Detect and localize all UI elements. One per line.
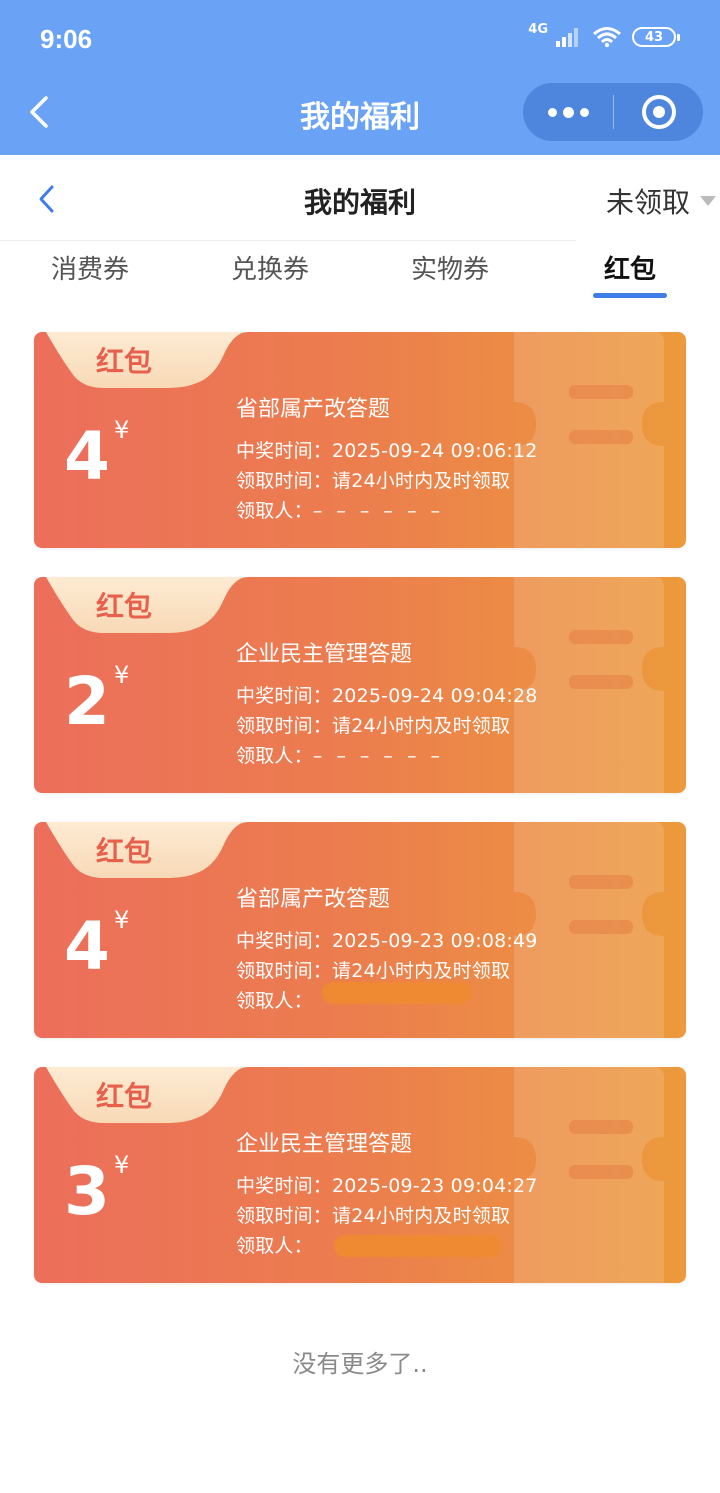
red-packet-card[interactable]: 红包 4 ¥ 省部属产改答题 中奖时间：2025-09-24 09:06:12 …: [34, 332, 686, 548]
card-tag-label: 红包: [96, 590, 153, 623]
card-details: 企业民主管理答题 中奖时间：2025-09-24 09:04:28 领取时间：请…: [236, 639, 538, 771]
card-details: 省部属产改答题 中奖时间：2025-09-24 09:06:12 领取时间：请2…: [236, 394, 538, 526]
mini-program-capsule: [523, 83, 703, 141]
win-time: 中奖时间：2025-09-24 09:06:12: [236, 440, 538, 462]
dot-icon: [579, 107, 589, 117]
activity-name: 企业民主管理答题: [236, 642, 413, 667]
battery-icon: 43: [632, 27, 680, 47]
redacted-name-mark: [322, 982, 472, 1004]
claim-time: 领取时间：请24小时内及时领取: [236, 715, 511, 737]
activity-name: 省部属产改答题: [236, 397, 391, 422]
network-type: 4G: [528, 21, 548, 37]
win-time: 中奖时间：2025-09-24 09:04:28: [236, 685, 538, 707]
currency-symbol: ¥: [114, 906, 130, 934]
card-tag-label: 红包: [96, 345, 153, 378]
signal-icon: [556, 28, 578, 47]
amount-value: 3: [64, 1153, 110, 1230]
target-icon: [641, 95, 676, 129]
end-of-list-text: 没有更多了..: [292, 1350, 428, 1378]
red-packet-card[interactable]: 红包 3 ¥ 企业民主管理答题 中奖时间：2025-09-23 09:04:27…: [34, 1067, 686, 1283]
battery-level: 43: [644, 29, 664, 45]
claimant-label: 领取人：: [236, 500, 313, 522]
activity-name: 省部属产改答题: [236, 887, 391, 912]
active-tab-indicator: [593, 293, 667, 298]
claimant-label: 领取人：: [236, 745, 313, 767]
win-time: 中奖时间：2025-09-23 09:04:27: [236, 1175, 538, 1197]
currency-symbol: ¥: [114, 1151, 130, 1179]
red-packet-card[interactable]: 红包 4 ¥ 省部属产改答题 中奖时间：2025-09-23 09:08:49 …: [34, 822, 686, 1038]
red-packet-card[interactable]: 红包 2 ¥ 企业民主管理答题 中奖时间：2025-09-24 09:04:28…: [34, 577, 686, 793]
filter-label: 未领取: [606, 186, 691, 219]
amount-value: 4: [64, 418, 110, 495]
tab-red-packet[interactable]: 红包: [540, 249, 720, 286]
dot-icon: [547, 107, 557, 117]
tab-consumption-coupon[interactable]: 消费券: [0, 249, 180, 286]
redacted-name-mark: [334, 1235, 502, 1257]
tab-exchange-coupon[interactable]: 兑换券: [180, 249, 360, 286]
caret-down-icon: [700, 196, 717, 206]
win-time: 中奖时间：2025-09-23 09:08:49: [236, 930, 538, 952]
header-divider: [0, 240, 576, 241]
currency-symbol: ¥: [114, 416, 130, 444]
more-options-button[interactable]: [523, 83, 613, 141]
app-top-bar: 9:06 4G 43 我的福利: [0, 0, 720, 155]
activity-name: 企业民主管理答题: [236, 1132, 413, 1157]
status-filter-dropdown[interactable]: 未领取: [606, 181, 717, 221]
page-header: 我的福利 未领取: [0, 155, 720, 241]
wifi-icon: [593, 27, 621, 48]
card-tag-label: 红包: [96, 1080, 153, 1113]
status-time: 9:06: [40, 24, 93, 54]
claimant-row: 领取人：– – – – – –: [236, 496, 538, 526]
claim-time: 领取时间：请24小时内及时领取: [236, 470, 511, 492]
dot-icon: [562, 106, 574, 118]
tab-physical-coupon[interactable]: 实物券: [360, 249, 540, 286]
category-tabs: 消费券 兑换券 实物券 红包: [0, 245, 720, 305]
amount-value: 2: [64, 663, 110, 740]
claimant-label: 领取人：: [236, 990, 313, 1012]
card-tag-label: 红包: [96, 835, 153, 868]
amount-value: 4: [64, 908, 110, 985]
claim-time: 领取时间：请24小时内及时领取: [236, 1205, 511, 1227]
claimant-label: 领取人：: [236, 1235, 313, 1257]
claimant-value: – – – – – –: [312, 500, 445, 522]
claimant-row: 领取人：– – – – – –: [236, 741, 538, 771]
close-mini-program-button[interactable]: [614, 83, 703, 141]
currency-symbol: ¥: [114, 661, 130, 689]
status-icons: 4G 43: [524, 22, 680, 48]
claimant-value: – – – – – –: [312, 745, 445, 767]
